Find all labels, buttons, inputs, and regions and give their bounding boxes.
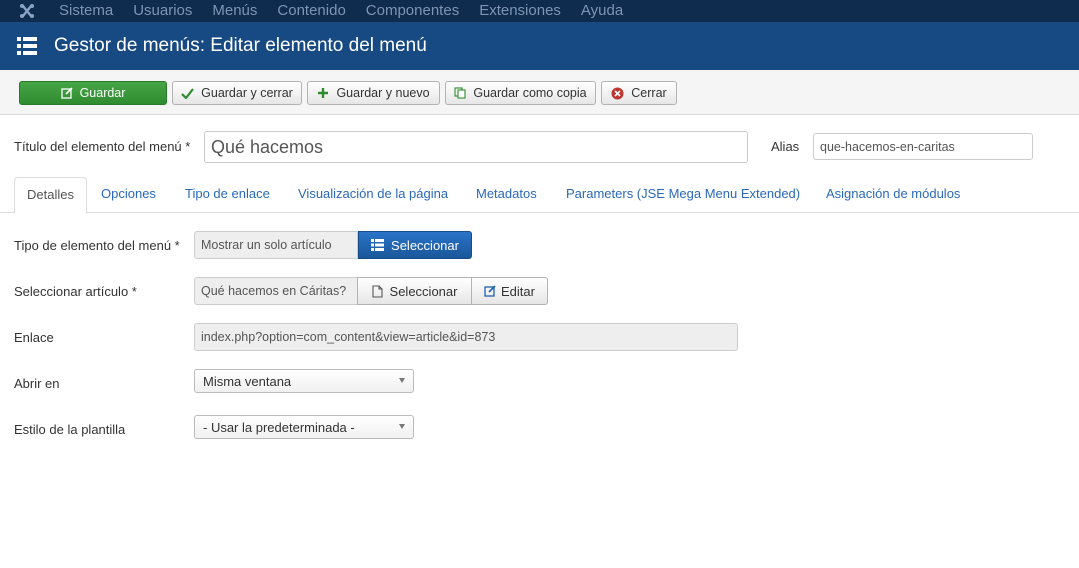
menu-componentes[interactable]: Componentes [366, 0, 459, 22]
joomla-logo-icon[interactable] [0, 0, 54, 22]
menu-ayuda[interactable]: Ayuda [581, 0, 623, 22]
edit-article-label: Editar [501, 283, 535, 299]
edit-icon [60, 87, 73, 99]
template-style-label: Estilo de la plantilla [14, 422, 126, 437]
save-new-label: Guardar y nuevo [336, 86, 430, 100]
tab-visualizacion[interactable]: Visualización de la página [298, 177, 448, 213]
select-article-button[interactable]: Seleccionar [357, 277, 472, 305]
copy-icon [454, 87, 466, 99]
menu-item-type-label: Tipo de elemento del menú * [14, 238, 180, 253]
tab-metadatos[interactable]: Metadatos [476, 177, 537, 213]
page-title: Gestor de menús: Editar elemento del men… [54, 35, 427, 56]
alias-input[interactable] [813, 133, 1033, 160]
edit-article-button[interactable]: Editar [471, 277, 548, 305]
menu-usuarios[interactable]: Usuarios [133, 0, 192, 22]
menu-extensiones[interactable]: Extensiones [479, 0, 561, 22]
open-in-select[interactable]: Misma ventana [194, 369, 414, 393]
tab-parameters[interactable]: Parameters (JSE Mega Menu Extended) [566, 177, 800, 213]
select-article-label: Seleccionar [389, 283, 458, 299]
save-button[interactable]: Guardar [19, 81, 167, 105]
save-close-button[interactable]: Guardar y cerrar [172, 81, 302, 105]
title-input[interactable] [204, 131, 748, 163]
menu-item-type-field: Mostrar un solo artículo [194, 231, 358, 259]
tab-tipo-de-enlace[interactable]: Tipo de enlace [185, 177, 270, 213]
save-new-button[interactable]: Guardar y nuevo [307, 81, 440, 105]
title-label: Título del elemento del menú * [14, 139, 191, 154]
close-label: Cerrar [631, 86, 667, 100]
link-label: Enlace [14, 330, 54, 345]
edit-icon [484, 285, 496, 297]
template-style-value: - Usar la predeterminada - [203, 419, 355, 435]
file-icon [371, 284, 383, 298]
menu-menus[interactable]: Menús [212, 0, 257, 22]
tab-bar: Detalles Opciones Tipo de enlace Visuali… [0, 177, 1079, 214]
save-label: Guardar [79, 86, 126, 100]
list-icon [371, 239, 385, 251]
tab-detalles[interactable]: Detalles [14, 177, 87, 214]
select-type-label: Seleccionar [391, 237, 459, 253]
save-copy-button[interactable]: Guardar como copia [445, 81, 596, 105]
alias-label: Alias [771, 139, 800, 154]
caret-down-icon [399, 378, 405, 383]
tab-opciones[interactable]: Opciones [101, 177, 156, 213]
article-field: Qué hacemos en Cáritas? [194, 277, 358, 305]
cancel-icon [611, 87, 624, 100]
list-icon [0, 22, 54, 70]
toolbar: Guardar Guardar y cerrar Guardar y nuevo… [0, 70, 1079, 115]
open-in-label: Abrir en [14, 376, 60, 391]
menu-contenido[interactable]: Contenido [277, 0, 345, 22]
open-in-value: Misma ventana [203, 373, 292, 389]
menu-sistema[interactable]: Sistema [59, 0, 113, 22]
top-navbar: Sistema Usuarios Menús Contenido Compone… [0, 0, 1079, 22]
save-copy-label: Guardar como copia [473, 86, 587, 100]
tab-asignacion-modulos[interactable]: Asignación de módulos [826, 177, 960, 213]
plus-icon [317, 87, 329, 99]
select-type-button[interactable]: Seleccionar [358, 231, 472, 259]
article-label: Seleccionar artículo * [14, 284, 137, 299]
close-button[interactable]: Cerrar [601, 81, 677, 105]
link-field: index.php?option=com_content&view=articl… [194, 323, 738, 351]
caret-down-icon [399, 424, 405, 429]
page-header: Gestor de menús: Editar elemento del men… [0, 22, 1079, 70]
template-style-select[interactable]: - Usar la predeterminada - [194, 415, 414, 439]
save-close-label: Guardar y cerrar [201, 86, 293, 100]
check-icon [181, 87, 195, 99]
